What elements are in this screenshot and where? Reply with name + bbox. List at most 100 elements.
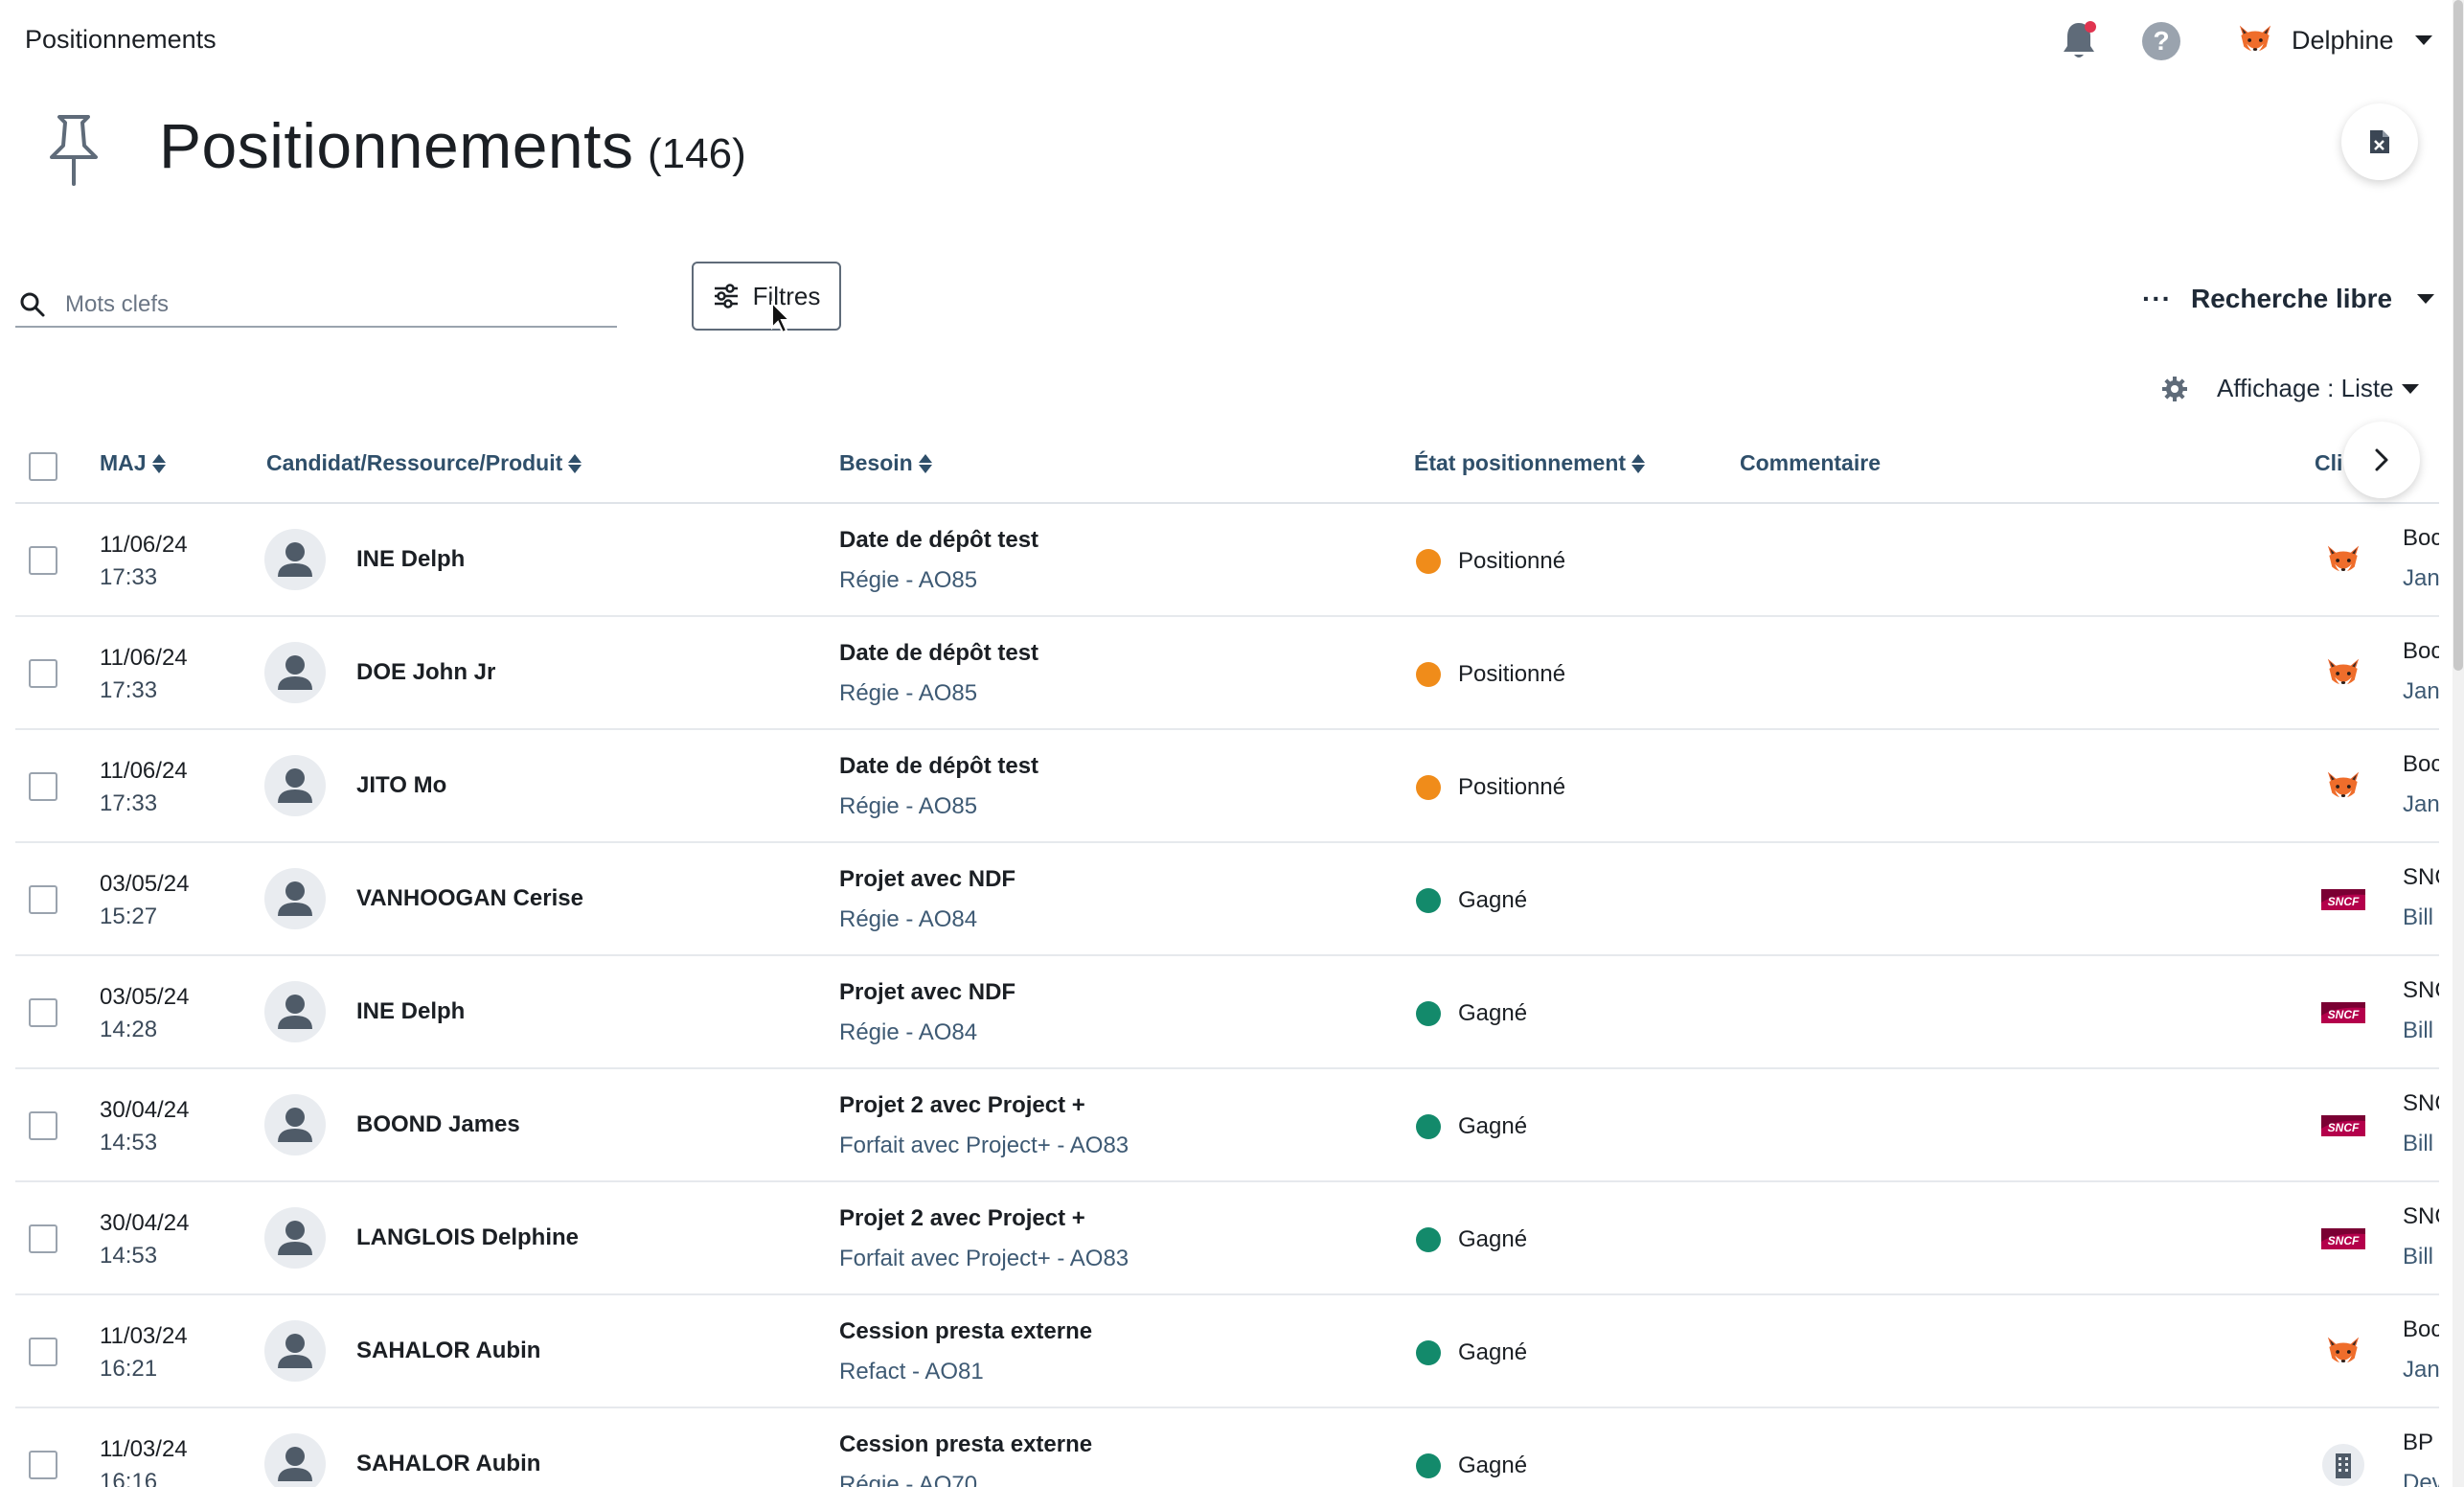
candidate-name[interactable]: BOOND James	[356, 1111, 520, 1138]
sort-icon	[918, 453, 932, 474]
notification-bell-icon[interactable]	[2060, 19, 2098, 61]
export-excel-button[interactable]	[2341, 103, 2418, 180]
user-menu[interactable]: Delphine	[2234, 19, 2432, 61]
filters-button[interactable]: Filtres	[692, 262, 841, 331]
row-checkbox[interactable]	[29, 772, 57, 801]
row-time: 14:53	[100, 1243, 158, 1269]
row-checkbox[interactable]	[29, 659, 57, 688]
candidate-name[interactable]: JITO Mo	[356, 772, 446, 799]
besoin-subtitle[interactable]: Régie - AO84	[839, 906, 977, 933]
besoin-subtitle[interactable]: Forfait avec Project+ - AO83	[839, 1132, 1129, 1159]
status-label: Gagné	[1458, 1453, 1528, 1478]
settings-gear-icon[interactable]	[2161, 376, 2188, 402]
besoin-subtitle[interactable]: Forfait avec Project+ - AO83	[839, 1246, 1129, 1272]
row-date: 03/05/24	[100, 984, 190, 1010]
client-contact[interactable]: Dev	[2403, 1470, 2439, 1487]
besoin-subtitle[interactable]: Régie - AO70	[839, 1472, 977, 1487]
table-row[interactable]: 11/03/24 16:21 SAHALOR Aubin Cession pre…	[15, 1295, 2439, 1408]
row-checkbox[interactable]	[29, 1338, 57, 1366]
column-client[interactable]: Cli	[2315, 450, 2342, 476]
app-title: Positionnements	[25, 25, 217, 54]
recherche-libre-toggle[interactable]: ··· Recherche libre	[2142, 284, 2435, 314]
client-contact[interactable]: Bill	[2403, 1131, 2433, 1157]
besoin-subtitle[interactable]: Régie - AO85	[839, 680, 977, 707]
status-badge: Gagné	[1416, 1000, 1527, 1027]
candidate-name[interactable]: SAHALOR Aubin	[356, 1451, 540, 1477]
client-contact[interactable]: Jan	[2403, 791, 2439, 818]
besoin-title[interactable]: Projet avec NDF	[839, 866, 1015, 893]
client-name[interactable]: Boc	[2403, 1316, 2439, 1343]
scroll-right-button[interactable]	[2343, 422, 2420, 498]
table-row[interactable]: 30/04/24 14:53 LANGLOIS Delphine Projet …	[15, 1182, 2439, 1295]
table-header: MAJ Candidat/Ressource/Produit Besoin Ét…	[15, 429, 2439, 504]
select-all-checkbox[interactable]	[29, 452, 57, 481]
scrollbar-thumb[interactable]	[2453, 0, 2463, 671]
table-row[interactable]: 30/04/24 14:53 BOOND James Projet 2 avec…	[15, 1069, 2439, 1182]
row-checkbox[interactable]	[29, 546, 57, 575]
table-row[interactable]: 11/06/24 17:33 INE Delph Date de dépôt t…	[15, 504, 2439, 617]
client-name[interactable]: Boc	[2403, 525, 2439, 552]
sncf-logo: SNCF	[2315, 1102, 2372, 1150]
row-checkbox[interactable]	[29, 998, 57, 1027]
client-contact[interactable]: Jan	[2403, 678, 2439, 705]
besoin-title[interactable]: Date de dépôt test	[839, 527, 1038, 554]
row-checkbox[interactable]	[29, 885, 57, 914]
column-candidat[interactable]: Candidat/Ressource/Produit	[266, 450, 582, 476]
row-checkbox[interactable]	[29, 1224, 57, 1253]
client-contact[interactable]: Bill	[2403, 1018, 2433, 1044]
besoin-subtitle[interactable]: Régie - AO85	[839, 793, 977, 820]
table-row[interactable]: 03/05/24 14:28 INE Delph Projet avec NDF…	[15, 956, 2439, 1069]
besoin-title[interactable]: Projet 2 avec Project +	[839, 1205, 1085, 1232]
status-badge: Gagné	[1416, 1453, 1527, 1479]
client-name[interactable]: SNC	[2403, 864, 2439, 891]
besoin-title[interactable]: Cession presta externe	[839, 1318, 1092, 1345]
client-name[interactable]: SNC	[2403, 1090, 2439, 1117]
client-contact[interactable]: Jan	[2403, 565, 2439, 592]
table-row[interactable]: 03/05/24 15:27 VANHOOGAN Cerise Projet a…	[15, 843, 2439, 956]
excel-file-icon	[2370, 130, 2389, 153]
candidate-name[interactable]: SAHALOR Aubin	[356, 1338, 540, 1364]
client-name[interactable]: Boc	[2403, 751, 2439, 778]
client-name[interactable]: Boc	[2403, 638, 2439, 665]
besoin-title[interactable]: Date de dépôt test	[839, 640, 1038, 667]
besoin-title[interactable]: Projet avec NDF	[839, 979, 1015, 1006]
table-row[interactable]: 11/06/24 17:33 JITO Mo Date de dépôt tes…	[15, 730, 2439, 843]
row-time: 16:21	[100, 1356, 158, 1382]
candidate-name[interactable]: INE Delph	[356, 998, 465, 1025]
besoin-subtitle[interactable]: Régie - AO84	[839, 1019, 977, 1046]
candidate-name[interactable]: DOE John Jr	[356, 659, 495, 686]
besoin-title[interactable]: Cession presta externe	[839, 1431, 1092, 1458]
client-name[interactable]: BP	[2403, 1430, 2433, 1456]
client-name[interactable]: SNC	[2403, 977, 2439, 1004]
besoin-title[interactable]: Date de dépôt test	[839, 753, 1038, 780]
client-contact[interactable]: Jan	[2403, 1357, 2439, 1384]
table-body: 11/06/24 17:33 INE Delph Date de dépôt t…	[15, 504, 2439, 1487]
status-badge: Gagné	[1416, 1113, 1527, 1140]
row-date: 11/06/24	[100, 645, 188, 671]
row-checkbox[interactable]	[29, 1111, 57, 1140]
column-etat[interactable]: État positionnement	[1414, 450, 1646, 476]
column-besoin[interactable]: Besoin	[839, 450, 932, 476]
search-input[interactable]	[65, 291, 582, 318]
chevron-down-icon	[2414, 35, 2432, 45]
status-label: Positionné	[1458, 548, 1566, 574]
row-checkbox[interactable]	[29, 1451, 57, 1479]
besoin-subtitle[interactable]: Refact - AO81	[839, 1359, 984, 1385]
table-row[interactable]: 11/06/24 17:33 DOE John Jr Date de dépôt…	[15, 617, 2439, 730]
sncf-logo: SNCF	[2315, 989, 2372, 1037]
candidate-name[interactable]: VANHOOGAN Cerise	[356, 885, 583, 912]
client-contact[interactable]: Bill	[2403, 904, 2433, 931]
person-avatar-icon	[264, 981, 326, 1042]
affichage-select[interactable]: Affichage : Liste	[2217, 374, 2419, 403]
besoin-title[interactable]: Projet 2 avec Project +	[839, 1092, 1085, 1119]
status-dot	[1416, 1453, 1441, 1478]
person-avatar-icon	[264, 755, 326, 816]
column-maj[interactable]: MAJ	[100, 450, 166, 476]
besoin-subtitle[interactable]: Régie - AO85	[839, 567, 977, 594]
candidate-name[interactable]: LANGLOIS Delphine	[356, 1224, 579, 1251]
table-row[interactable]: 11/03/24 16:16 SAHALOR Aubin Cession pre…	[15, 1408, 2439, 1487]
help-icon[interactable]: ?	[2142, 22, 2180, 60]
client-contact[interactable]: Bill	[2403, 1244, 2433, 1270]
candidate-name[interactable]: INE Delph	[356, 546, 465, 573]
client-name[interactable]: SNC	[2403, 1203, 2439, 1230]
